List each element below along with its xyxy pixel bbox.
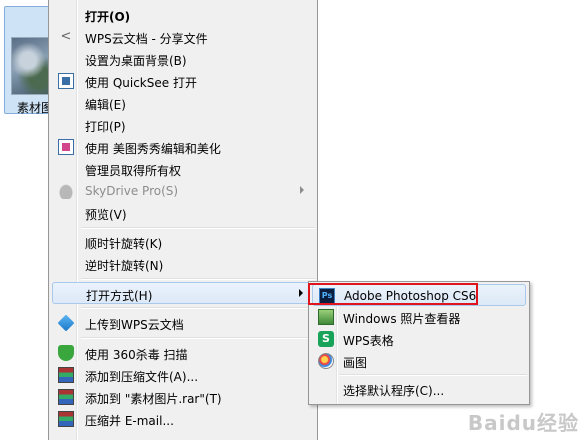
menu-item-print[interactable]: 打印(P) bbox=[52, 114, 314, 136]
submenu-separator bbox=[339, 374, 527, 376]
meitu-icon bbox=[58, 139, 74, 155]
menu-item-label: 压缩并 E-mail... bbox=[85, 414, 174, 428]
menu-item-label: 添加到压缩文件(A)... bbox=[85, 370, 199, 384]
menu-item-label: 打印(P) bbox=[85, 120, 126, 134]
menu-item-label: 管理员取得所有权 bbox=[85, 164, 182, 178]
menu-separator bbox=[81, 227, 315, 229]
submenu-item-wps-sheets[interactable]: S WPS表格 bbox=[312, 328, 526, 350]
menu-item-rotate-cw[interactable]: 顺时针旋转(K) bbox=[52, 231, 314, 253]
menu-item-label: 使用 360杀毒 扫描 bbox=[85, 348, 188, 362]
menu-item-edit[interactable]: 编辑(E) bbox=[52, 92, 314, 114]
winrar-icon bbox=[58, 411, 74, 427]
menu-item-skydrive-pro[interactable]: SkyDrive Pro(S) bbox=[52, 180, 314, 202]
wps-cloud-icon bbox=[57, 314, 75, 332]
submenu-arrow-icon bbox=[299, 289, 303, 297]
menu-item-preview[interactable]: 预览(V) bbox=[52, 202, 314, 224]
menu-item-label: 添加到 "素材图片.rar"(T) bbox=[85, 392, 222, 406]
submenu-item-label: 选择默认程序(C)... bbox=[343, 384, 445, 398]
menu-item-take-ownership[interactable]: 管理员取得所有权 bbox=[52, 158, 314, 180]
submenu-arrow-icon bbox=[300, 186, 304, 194]
menu-item-add-archive[interactable]: 添加到压缩文件(A)... bbox=[52, 364, 314, 386]
menu-item-label: 打开(O) bbox=[85, 10, 131, 24]
menu-item-set-desktop-bg[interactable]: 设置为桌面背景(B) bbox=[52, 48, 314, 70]
submenu-item-paint[interactable]: 画图 bbox=[312, 350, 526, 372]
wps-sheets-icon: S bbox=[318, 331, 334, 347]
menu-item-wps-share[interactable]: < WPS云文档 - 分享文件 bbox=[52, 26, 314, 48]
watermark-logo: Baidu经验 bbox=[467, 411, 579, 435]
menu-item-upload-wps-cloud[interactable]: 上传到WPS云文档 bbox=[52, 312, 314, 334]
cloud-icon bbox=[58, 183, 74, 199]
share-icon: < bbox=[60, 29, 72, 44]
menu-item-open-quicksee[interactable]: 使用 QuickSee 打开 bbox=[52, 70, 314, 92]
menu-item-360-scan[interactable]: 使用 360杀毒 扫描 bbox=[52, 342, 314, 364]
menu-item-label: 上传到WPS云文档 bbox=[85, 318, 184, 332]
winrar-icon bbox=[58, 389, 74, 405]
menu-item-label: 编辑(E) bbox=[85, 98, 126, 112]
context-menu: 打开(O) < WPS云文档 - 分享文件 设置为桌面背景(B) 使用 Quic… bbox=[48, 0, 318, 440]
submenu-item-label: Windows 照片查看器 bbox=[343, 312, 461, 326]
menu-item-label: 逆时针旋转(N) bbox=[85, 259, 164, 273]
shield-icon bbox=[58, 345, 74, 361]
menu-item-label: 使用 QuickSee 打开 bbox=[85, 76, 197, 90]
highlight-annotation-box bbox=[308, 283, 478, 305]
menu-item-meitu[interactable]: 使用 美图秀秀编辑和美化 bbox=[52, 136, 314, 158]
menu-item-label: 设置为桌面背景(B) bbox=[85, 54, 187, 68]
menu-item-open[interactable]: 打开(O) bbox=[52, 4, 314, 26]
quicksee-icon bbox=[58, 73, 74, 89]
menu-item-open-with[interactable]: 打开方式(H) bbox=[52, 282, 314, 304]
menu-item-compress-email[interactable]: 压缩并 E-mail... bbox=[52, 408, 314, 430]
submenu-item-photo-viewer[interactable]: Windows 照片查看器 bbox=[312, 306, 526, 328]
menu-separator bbox=[81, 307, 315, 309]
winrar-icon bbox=[58, 367, 74, 383]
menu-separator bbox=[81, 278, 315, 280]
menu-item-label: 打开方式(H) bbox=[86, 289, 153, 303]
menu-item-label: SkyDrive Pro(S) bbox=[85, 184, 179, 198]
photo-viewer-icon bbox=[318, 309, 334, 325]
submenu-item-label: 画图 bbox=[343, 356, 368, 370]
menu-separator bbox=[81, 337, 315, 339]
menu-item-label: 使用 美图秀秀编辑和美化 bbox=[85, 142, 221, 156]
paint-icon bbox=[318, 353, 334, 369]
submenu-item-choose-default[interactable]: 选择默认程序(C)... bbox=[312, 378, 526, 400]
menu-item-label: WPS云文档 - 分享文件 bbox=[85, 32, 208, 46]
menu-item-add-rar[interactable]: 添加到 "素材图片.rar"(T) bbox=[52, 386, 314, 408]
menu-item-label: 预览(V) bbox=[85, 208, 127, 222]
menu-item-label: 顺时针旋转(K) bbox=[85, 237, 163, 251]
menu-item-rotate-ccw[interactable]: 逆时针旋转(N) bbox=[52, 253, 314, 275]
submenu-item-label: WPS表格 bbox=[343, 334, 394, 348]
